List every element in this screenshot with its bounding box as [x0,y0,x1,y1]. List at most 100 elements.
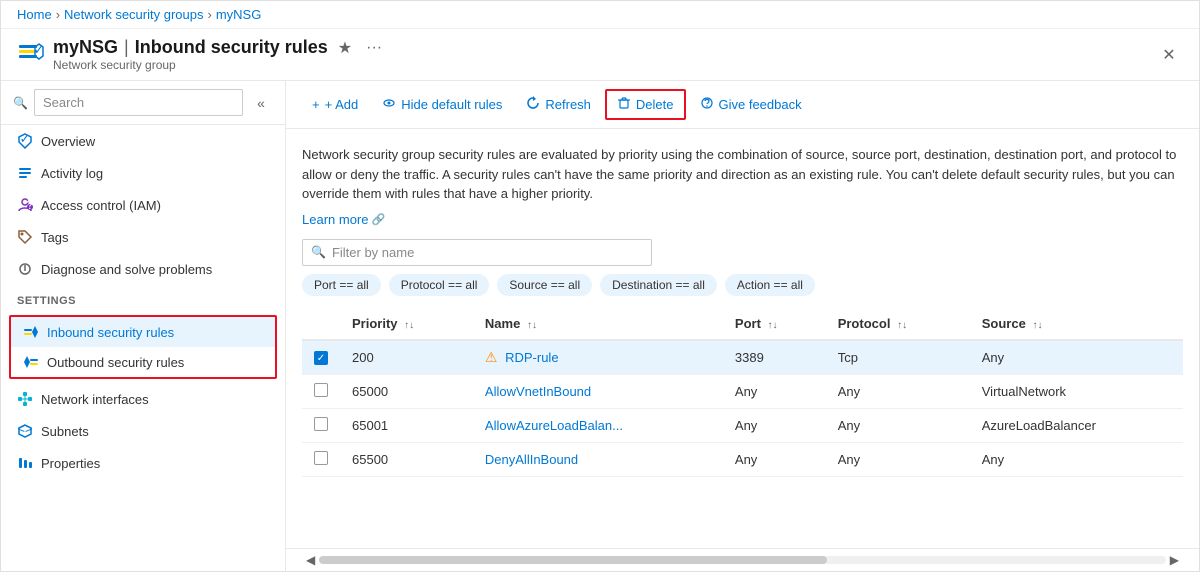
settings-section-header: Settings [1,285,285,311]
breadcrumb-nsg[interactable]: Network security groups [64,7,203,22]
filter-chips: Port == all Protocol == all Source == al… [302,274,1183,296]
col-checkbox [302,308,340,340]
svg-text:<>: <> [17,423,32,436]
search-icon: 🔍 [13,96,28,110]
delete-button[interactable]: Delete [605,89,686,120]
toolbar: + + Add Hide default rules Refresh [286,81,1199,129]
sidebar-item-outbound[interactable]: Outbound security rules [11,347,275,377]
delete-label: Delete [636,97,674,112]
tag-icon [17,229,33,245]
scroll-right-button[interactable]: ▶ [1166,553,1183,567]
row-name: AllowAzureLoadBalan... [473,408,723,442]
sort-priority-icon: ↑↓ [404,320,414,331]
row-source: Any [970,340,1183,375]
list-icon [17,165,33,181]
inbound-icon [23,324,39,340]
main-layout: 🔍 « ✓ Overview Activity log ? [1,81,1199,571]
row-priority: 200 [340,340,473,375]
table-row[interactable]: 65500 DenyAllInBound Any Any Any [302,442,1183,476]
col-priority[interactable]: Priority ↑↓ [340,308,473,340]
sidebar-item-subnets[interactable]: <> Subnets [1,415,285,447]
close-button[interactable]: ✕ [1155,41,1183,69]
row-checkbox[interactable] [314,451,328,465]
filter-chip-action[interactable]: Action == all [725,274,815,296]
network-icon [17,391,33,407]
row-checkbox[interactable] [314,383,328,397]
row-checkbox[interactable] [314,417,328,431]
filter-section: 🔍 Port == all Protocol == all Source == … [302,239,1183,477]
feedback-button[interactable]: Give feedback [690,91,812,118]
content-area: + + Add Hide default rules Refresh [286,81,1199,571]
table-row[interactable]: 65000 AllowVnetInBound Any Any VirtualNe… [302,374,1183,408]
info-text: Network security group security rules ar… [302,145,1183,204]
collapse-button[interactable]: « [249,91,273,115]
sidebar: 🔍 « ✓ Overview Activity log ? [1,81,286,571]
hide-label: Hide default rules [401,97,502,112]
rule-name-link[interactable]: AllowVnetInBound [485,384,591,399]
rule-name-link[interactable]: RDP-rule [505,350,558,365]
filter-chip-protocol[interactable]: Protocol == all [389,274,490,296]
refresh-button[interactable]: Refresh [516,91,601,118]
resource-name: myNSG [53,37,118,58]
sidebar-item-properties[interactable]: Properties [1,447,285,479]
refresh-icon [526,96,540,113]
sidebar-item-access-control[interactable]: ? Access control (IAM) [1,189,285,221]
more-button[interactable]: ··· [362,39,386,57]
col-name[interactable]: Name ↑↓ [473,308,723,340]
settings-group: Inbound security rules Outbound security… [9,315,277,379]
filter-input[interactable] [332,245,643,260]
sidebar-item-properties-label: Properties [41,456,100,471]
star-button[interactable]: ★ [334,38,356,58]
sidebar-item-inbound[interactable]: Inbound security rules [11,317,275,347]
nsg-icon: ✓ [17,41,45,69]
row-port: 3389 [723,340,826,375]
sidebar-item-diagnose-label: Diagnose and solve problems [41,262,212,277]
breadcrumb-current[interactable]: myNSG [216,7,262,22]
table-row[interactable]: 65001 AllowAzureLoadBalan... Any Any Azu… [302,408,1183,442]
horizontal-scrollbar[interactable] [319,556,1166,564]
subnet-icon: <> [17,423,33,439]
sidebar-item-network-interfaces[interactable]: Network interfaces [1,383,285,415]
learn-more-link[interactable]: Learn more 🔗 [302,212,385,227]
rule-name-link[interactable]: DenyAllInBound [485,452,578,467]
row-port: Any [723,408,826,442]
breadcrumb-sep2: › [207,7,211,22]
filter-chip-source[interactable]: Source == all [497,274,592,296]
scrollbar-thumb [319,556,827,564]
shield-icon: ✓ [17,133,33,149]
sort-name-icon: ↑↓ [527,320,537,331]
row-protocol: Any [826,408,970,442]
col-port[interactable]: Port ↑↓ [723,308,826,340]
row-name: ⚠ RDP-rule [473,340,723,375]
sidebar-item-activity-log[interactable]: Activity log [1,157,285,189]
row-port: Any [723,442,826,476]
row-protocol: Any [826,374,970,408]
table-row[interactable]: ✓ 200 ⚠ RDP-rule 3389 Tcp Any [302,340,1183,375]
rule-name-link[interactable]: AllowAzureLoadBalan... [485,418,623,433]
refresh-label: Refresh [545,97,591,112]
scroll-left-button[interactable]: ◀ [302,553,319,567]
bars-icon [17,455,33,471]
sidebar-item-tags-label: Tags [41,230,68,245]
eye-icon [382,96,396,113]
resource-subtitle: Network security group [53,58,386,72]
sidebar-item-overview[interactable]: ✓ Overview [1,125,285,157]
col-protocol[interactable]: Protocol ↑↓ [826,308,970,340]
sidebar-item-tags[interactable]: Tags [1,221,285,253]
page-title: Inbound security rules [135,37,328,58]
col-source[interactable]: Source ↑↓ [970,308,1183,340]
row-protocol: Tcp [826,340,970,375]
sidebar-item-activity-log-label: Activity log [41,166,103,181]
hide-default-rules-button[interactable]: Hide default rules [372,91,512,118]
add-button[interactable]: + + Add [302,92,368,117]
sidebar-item-subnets-label: Subnets [41,424,89,439]
sidebar-item-inbound-label: Inbound security rules [47,325,174,340]
sidebar-item-diagnose[interactable]: Diagnose and solve problems [1,253,285,285]
filter-chip-destination[interactable]: Destination == all [600,274,717,296]
row-checkbox[interactable]: ✓ [314,351,328,365]
row-source: VirtualNetwork [970,374,1183,408]
header-bar: ✓ myNSG | Inbound security rules ★ ··· N… [1,29,1199,81]
filter-chip-port[interactable]: Port == all [302,274,381,296]
breadcrumb-home[interactable]: Home [17,7,52,22]
search-input[interactable] [34,89,243,116]
